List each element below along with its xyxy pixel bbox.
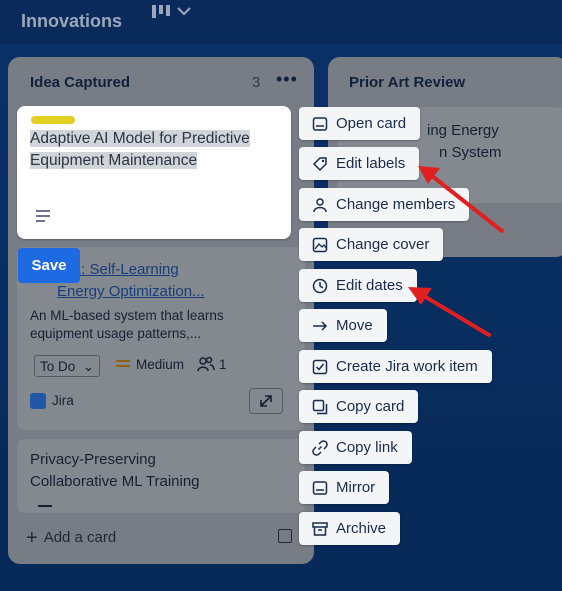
annotation-arrow-edit-labels [418,166,502,231]
annotation-arrow-edit-dates [408,287,489,335]
annotation-arrows [0,0,562,591]
